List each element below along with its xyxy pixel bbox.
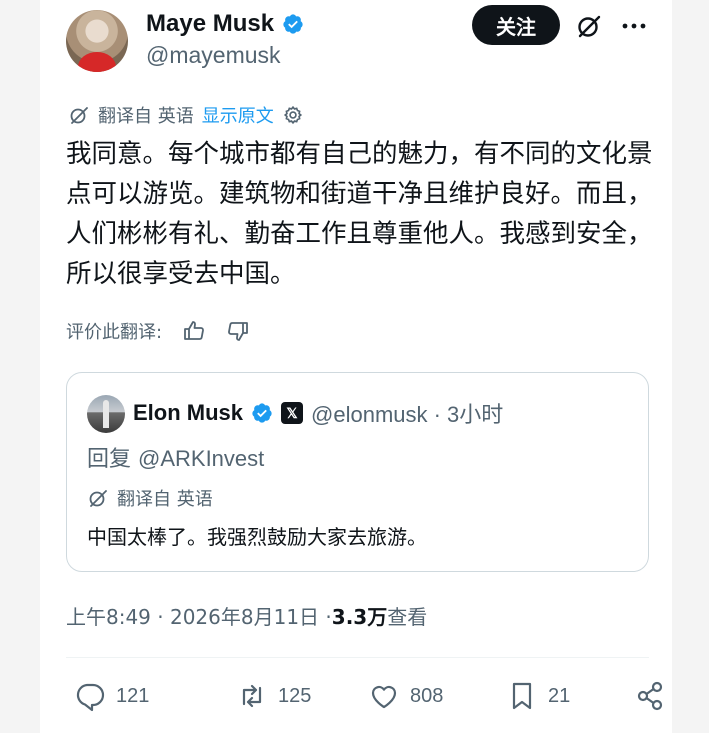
reply-count: 121 <box>116 684 150 707</box>
thumbs-up-icon[interactable] <box>182 319 206 343</box>
author-display-name[interactable]: Maye Musk <box>146 10 274 38</box>
reply-icon <box>76 683 105 712</box>
x-logo-icon: 𝕏 <box>281 402 304 424</box>
share-button[interactable] <box>634 680 666 712</box>
thumbs-down-icon[interactable] <box>226 319 250 343</box>
heart-icon <box>371 685 397 709</box>
like-button[interactable]: 808 <box>368 680 443 712</box>
quoted-tweet-text: 中国太棒了。我强烈鼓励大家去旅游。 <box>87 525 427 549</box>
author-handle[interactable]: @mayemusk <box>146 42 281 69</box>
quoted-author-avatar[interactable] <box>87 395 125 433</box>
quoted-handle-time: @elonmusk · 3小时 <box>311 402 504 427</box>
translate-icon <box>70 107 88 124</box>
quoted-translation-label: 翻译自 英语 <box>117 489 213 510</box>
show-original-link[interactable]: 显示原文 <box>202 102 274 128</box>
translation-row: 翻译自 英语 显示原文 <box>68 102 304 128</box>
tweet-detail: Maye Musk @mayemusk 关注 翻译自 英语 显示原文 我同意。每… <box>40 0 672 733</box>
grok-icon[interactable] <box>575 12 603 40</box>
tweet-timestamp[interactable]: 上午8:49 · 2026年8月11日 · <box>66 601 332 630</box>
reply-to-handle[interactable]: @ARKInvest <box>138 446 264 471</box>
author-avatar[interactable] <box>66 10 128 72</box>
follow-button[interactable]: 关注 <box>472 5 560 45</box>
quoted-tweet[interactable]: Elon Musk 𝕏 @elonmusk · 3小时 回复 @ARKInves… <box>66 372 649 572</box>
views-label: 查看 <box>387 605 428 629</box>
like-count: 808 <box>410 684 444 707</box>
repost-icon <box>242 684 262 708</box>
views-count: 3.3万 <box>331 605 388 629</box>
more-icon[interactable] <box>620 14 648 38</box>
bookmark-button[interactable]: 21 <box>506 680 570 712</box>
verified-badge-icon <box>283 14 303 34</box>
action-bar: 121 125 808 21 <box>66 680 666 720</box>
reply-button[interactable]: 121 <box>74 680 149 712</box>
reply-prefix: 回复 <box>87 447 138 472</box>
translate-icon <box>89 490 107 507</box>
tweet-meta: 上午8:49 · 2026年8月11日 · 3.3万 查看 <box>66 601 427 630</box>
bookmark-icon <box>512 682 532 710</box>
repost-count: 125 <box>278 684 312 707</box>
tweet-text: 我同意。每个城市都有自己的魅力，有不同的文化景点可以游览。建筑物和街道干净且维护… <box>66 139 653 289</box>
share-icon <box>637 681 663 711</box>
quoted-author-name[interactable]: Elon Musk <box>133 400 243 426</box>
divider <box>66 657 649 658</box>
repost-button[interactable]: 125 <box>236 680 311 712</box>
quoted-translation-row: 翻译自 英语 <box>87 485 213 511</box>
translation-label: 翻译自 英语 <box>98 106 194 127</box>
rate-translation-row: 评价此翻译: <box>66 318 250 344</box>
settings-icon[interactable] <box>282 104 304 126</box>
reply-context: 回复 @ARKInvest <box>87 441 264 473</box>
bookmark-count: 21 <box>548 684 571 707</box>
verified-badge-icon <box>252 403 272 423</box>
rate-translation-label: 评价此翻译: <box>66 322 163 343</box>
